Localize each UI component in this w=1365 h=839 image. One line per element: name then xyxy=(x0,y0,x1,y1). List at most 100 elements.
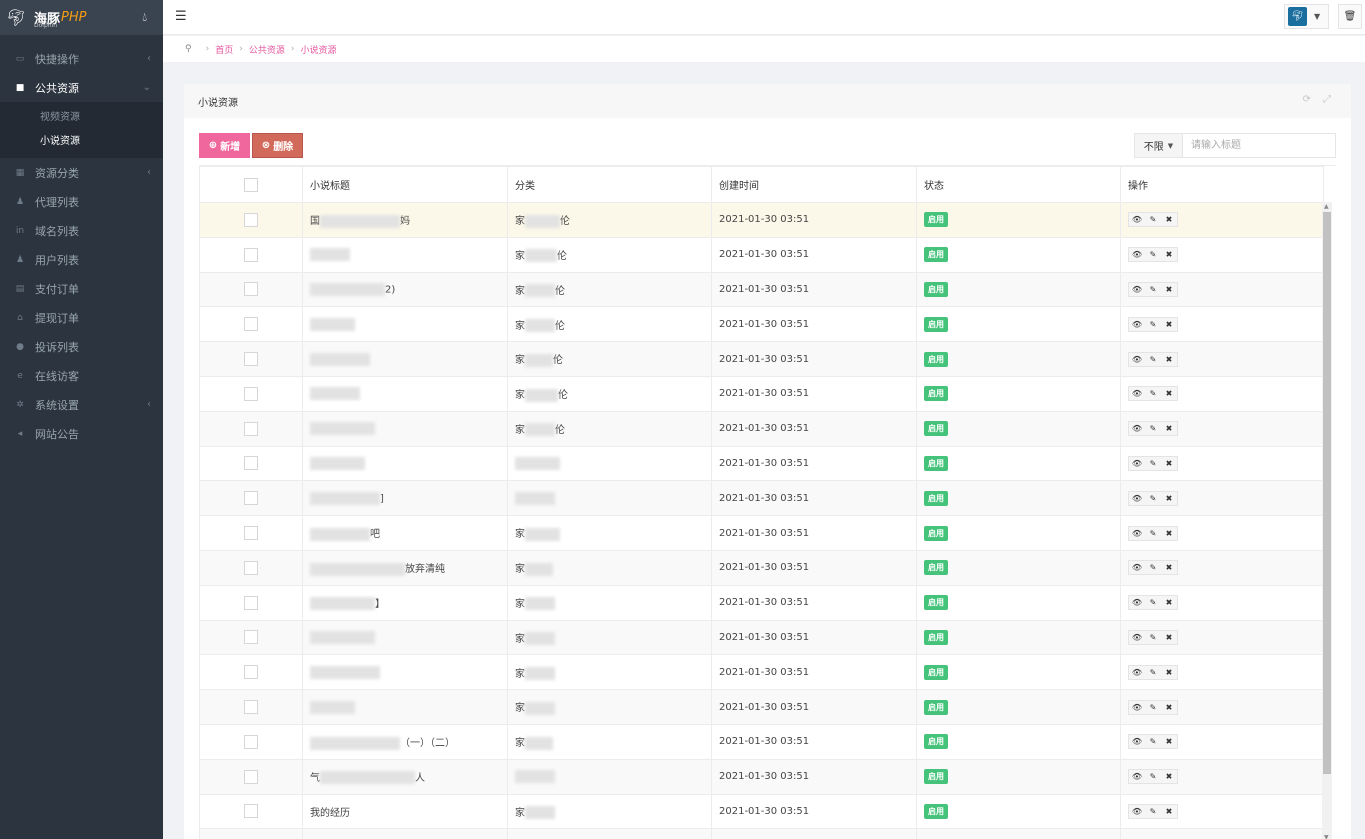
table-row[interactable]: 家伦 2021-01-30 03:51 启用 👁︎ ✎ ✖ xyxy=(199,341,1324,377)
theme-drop-icon[interactable]: 💧︎ xyxy=(142,10,147,25)
eye-icon[interactable]: 👁︎ xyxy=(1129,352,1145,367)
table-row[interactable]: 家 2021-01-30 03:51 启用 👁︎ ✎ ✖ xyxy=(199,654,1324,691)
eye-icon[interactable]: 👁︎ xyxy=(1129,804,1145,819)
pencil-icon[interactable]: ✎ xyxy=(1145,700,1161,715)
close-icon[interactable]: ✖ xyxy=(1161,595,1177,610)
eye-icon[interactable]: 👁︎ xyxy=(1129,665,1145,680)
eye-icon[interactable]: 👁︎ xyxy=(1129,212,1145,227)
table-row[interactable]: 家伦 2021-01-30 03:51 启用 👁︎ ✎ ✖ xyxy=(199,375,1324,412)
sidebar-item-7[interactable]: ⌂ 提现订单 xyxy=(0,303,163,332)
row-checkbox[interactable] xyxy=(244,630,258,645)
close-icon[interactable]: ✖ xyxy=(1161,491,1177,506)
row-checkbox[interactable] xyxy=(244,769,258,784)
pencil-icon[interactable]: ✎ xyxy=(1145,595,1161,610)
close-icon[interactable]: ✖ xyxy=(1161,282,1177,297)
pencil-icon[interactable]: ✎ xyxy=(1145,804,1161,819)
status-badge[interactable]: 启用 xyxy=(924,212,948,228)
status-badge[interactable]: 启用 xyxy=(924,560,948,576)
table-row[interactable]: ] 2021-01-30 03:51 启用 👁︎ ✎ ✖ xyxy=(199,480,1324,517)
table-row[interactable]: 2) 家伦 2021-01-30 03:51 启用 👁︎ ✎ ✖ xyxy=(199,271,1324,308)
eye-icon[interactable]: 👁︎ xyxy=(1129,386,1145,401)
submenu-item-0[interactable]: 视频资源 xyxy=(0,106,163,130)
row-checkbox[interactable] xyxy=(244,212,258,227)
pencil-icon[interactable]: ✎ xyxy=(1145,456,1161,471)
row-checkbox[interactable] xyxy=(244,352,258,367)
sidebar-item-4[interactable]: in 域名列表 xyxy=(0,216,163,245)
eye-icon[interactable]: 👁︎ xyxy=(1129,317,1145,332)
table-row[interactable]: 家伦 2021-01-30 03:51 启用 👁︎ ✎ ✖ xyxy=(199,236,1324,273)
status-badge[interactable]: 启用 xyxy=(924,386,948,402)
status-badge[interactable]: 启用 xyxy=(924,247,948,263)
sidebar-item-8[interactable]: ● 投诉列表 xyxy=(0,332,163,361)
eye-icon[interactable]: 👁︎ xyxy=(1129,282,1145,297)
select-all-checkbox[interactable] xyxy=(244,177,258,192)
delete-button[interactable]: ⊗ 删除 xyxy=(252,133,303,158)
eye-icon[interactable]: 👁︎ xyxy=(1129,560,1145,575)
eye-icon[interactable]: 👁︎ xyxy=(1129,700,1145,715)
eye-icon[interactable]: 👁︎ xyxy=(1129,595,1145,610)
row-checkbox[interactable] xyxy=(244,734,258,749)
sidebar-item-3[interactable]: ♟ 代理列表 xyxy=(0,187,163,216)
close-icon[interactable]: ✖ xyxy=(1161,804,1177,819)
close-icon[interactable]: ✖ xyxy=(1161,456,1177,471)
header-title[interactable]: 小说标题 xyxy=(302,166,508,203)
close-icon[interactable]: ✖ xyxy=(1161,317,1177,332)
status-badge[interactable]: 启用 xyxy=(924,490,948,506)
row-checkbox[interactable] xyxy=(244,317,258,332)
eye-icon[interactable]: 👁︎ xyxy=(1129,491,1145,506)
table-row[interactable]: 家伦 2021-01-30 03:51 启用 👁︎ ✎ ✖ xyxy=(199,410,1324,447)
pencil-icon[interactable]: ✎ xyxy=(1145,526,1161,541)
clear-cache-button[interactable]: 🗑︎ xyxy=(1338,4,1362,29)
table-row[interactable]: 家 2021-01-30 03:51 启用 👁︎ ✎ ✖ xyxy=(199,619,1324,656)
breadcrumb-home[interactable]: 首页 xyxy=(215,43,233,56)
sidebar-item-1[interactable]: ■ 公共资源 ⌄ xyxy=(0,73,163,102)
pencil-icon[interactable]: ✎ xyxy=(1145,560,1161,575)
eye-icon[interactable]: 👁︎ xyxy=(1129,421,1145,436)
close-icon[interactable]: ✖ xyxy=(1161,630,1177,645)
close-icon[interactable]: ✖ xyxy=(1161,560,1177,575)
close-icon[interactable]: ✖ xyxy=(1161,734,1177,749)
pencil-icon[interactable]: ✎ xyxy=(1145,352,1161,367)
table-row[interactable]: 放弃清纯 家 2021-01-30 03:51 启用 👁︎ ✎ ✖ xyxy=(199,549,1324,586)
scroll-thumb[interactable] xyxy=(1323,212,1331,774)
fullscreen-icon[interactable]: ⤢ xyxy=(1323,94,1331,105)
sidebar-item-9[interactable]: e 在线访客 xyxy=(0,361,163,390)
pencil-icon[interactable]: ✎ xyxy=(1145,630,1161,645)
sidebar-item-6[interactable]: ▤ 支付订单 xyxy=(0,274,163,303)
table-row[interactable]: 家伦 2021-01-30 03:51 启用 👁︎ ✎ ✖ xyxy=(199,306,1324,343)
row-checkbox[interactable] xyxy=(244,491,258,506)
status-badge[interactable]: 启用 xyxy=(924,525,948,541)
refresh-icon[interactable]: ⟳ xyxy=(1303,94,1311,105)
pencil-icon[interactable]: ✎ xyxy=(1145,317,1161,332)
row-checkbox[interactable] xyxy=(244,595,258,610)
status-badge[interactable]: 启用 xyxy=(924,351,948,367)
breadcrumb-public-resources[interactable]: 公共资源 xyxy=(249,43,285,56)
close-icon[interactable]: ✖ xyxy=(1161,247,1177,262)
eye-icon[interactable]: 👁︎ xyxy=(1129,769,1145,784)
close-icon[interactable]: ✖ xyxy=(1161,700,1177,715)
close-icon[interactable]: ✖ xyxy=(1161,386,1177,401)
status-badge[interactable]: 启用 xyxy=(924,734,948,750)
row-checkbox[interactable] xyxy=(244,386,258,401)
close-icon[interactable]: ✖ xyxy=(1161,421,1177,436)
status-badge[interactable]: 启用 xyxy=(924,281,948,297)
status-badge[interactable]: 启用 xyxy=(924,664,948,680)
eye-icon[interactable]: 👁︎ xyxy=(1129,734,1145,749)
table-row[interactable]: 我的经历 家 2021-01-30 03:51 启用 👁︎ ✎ ✖ xyxy=(199,793,1324,830)
sidebar-item-10[interactable]: ✲ 系统设置 ‹ xyxy=(0,390,163,419)
status-badge[interactable]: 启用 xyxy=(924,316,948,332)
row-checkbox[interactable] xyxy=(244,665,258,680)
table-row[interactable]: 气人 2021-01-30 03:51 启用 👁︎ ✎ ✖ xyxy=(199,758,1324,795)
table-row[interactable]: 启用👁︎✎✖ xyxy=(199,828,1324,839)
row-checkbox[interactable] xyxy=(244,247,258,262)
row-checkbox[interactable] xyxy=(244,282,258,297)
close-icon[interactable]: ✖ xyxy=(1161,352,1177,367)
scroll-down-icon[interactable]: ▼ xyxy=(1324,834,1329,839)
submenu-item-1[interactable]: 小说资源 xyxy=(0,130,163,154)
close-icon[interactable]: ✖ xyxy=(1161,526,1177,541)
table-row[interactable]: 家 2021-01-30 03:51 启用 👁︎ ✎ ✖ xyxy=(199,689,1324,725)
row-checkbox[interactable] xyxy=(244,700,258,715)
close-icon[interactable]: ✖ xyxy=(1161,769,1177,784)
row-checkbox[interactable] xyxy=(244,560,258,575)
search-input[interactable] xyxy=(1183,134,1335,157)
